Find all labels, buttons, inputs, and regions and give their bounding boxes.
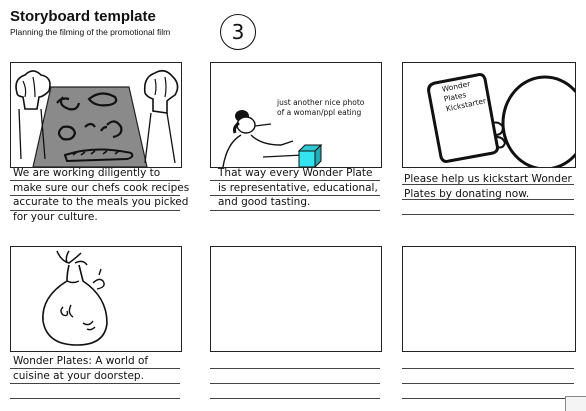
caption-rule xyxy=(10,368,180,369)
caption-rule xyxy=(10,210,180,211)
caption-rule xyxy=(10,195,180,196)
storyboard-frame-4 xyxy=(10,246,182,352)
frame-2-caption: That way every Wonder Plate is represent… xyxy=(218,166,378,210)
caption-line: cuisine at your doorstep. xyxy=(13,369,144,382)
page-number-badge: 3 xyxy=(220,14,256,50)
caption-rule xyxy=(402,214,574,215)
caption-rule xyxy=(210,368,380,369)
caption-rule xyxy=(402,398,574,399)
caption-rule xyxy=(10,383,180,384)
note-line: just another nice photo xyxy=(277,98,365,107)
page-corner xyxy=(565,396,586,411)
caption-rule xyxy=(402,184,574,185)
storyboard-frame-2: just another nice photo of a woman/ppl e… xyxy=(210,62,382,168)
frame-3-caption: Please help us kickstart Wonder Plates b… xyxy=(404,172,572,201)
frame-3-sketch xyxy=(427,73,575,167)
caption-line: We are working diligently to xyxy=(13,167,161,179)
caption-line: That way every Wonder Plate xyxy=(218,167,373,179)
caption-rule xyxy=(210,398,380,399)
storyboard-frame-1 xyxy=(10,62,182,168)
caption-line: accurate to the meals you picked xyxy=(13,196,189,208)
photo-note: just another nice photo of a woman/ppl e… xyxy=(277,98,364,118)
caption-line: for your culture. xyxy=(13,210,98,223)
caption-rule xyxy=(402,199,574,200)
caption-rule xyxy=(402,368,574,369)
storyboard-frame-6 xyxy=(402,246,576,352)
caption-rule xyxy=(10,398,180,399)
caption-line: make sure our chefs cook recipes xyxy=(13,181,190,194)
caption-rule xyxy=(402,383,574,384)
caption-rule xyxy=(210,210,380,211)
note-line: of a woman/ppl eating xyxy=(277,108,362,117)
caption-line: and good tasting. xyxy=(218,196,311,208)
storyboard-frame-5 xyxy=(210,246,382,352)
caption-rule xyxy=(210,383,380,384)
frame-4-sketch xyxy=(42,250,108,346)
caption-line: Wonder Plates: A world of xyxy=(13,355,149,367)
caption-line: is representative, educational, xyxy=(218,181,378,194)
frame-1-sketch xyxy=(15,69,179,167)
caption-rule xyxy=(210,195,380,196)
storyboard-subtitle: Planning the filming of the promotional … xyxy=(10,27,171,37)
caption-rule xyxy=(210,180,380,181)
caption-rule xyxy=(10,180,180,181)
storyboard-title: Storyboard template xyxy=(10,8,156,25)
storyboard-frame-3: Wonder Plates Kickstarter xyxy=(402,62,576,168)
